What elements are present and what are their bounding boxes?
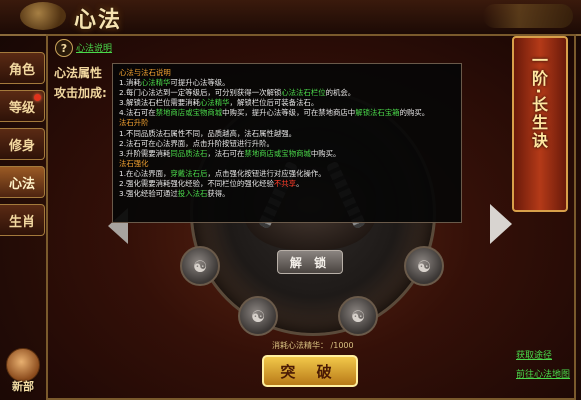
meditating-figure-icon: ☯ (350, 306, 366, 326)
attack-bonus-label: 攻击加成: (54, 86, 107, 100)
help-icon[interactable]: ? (55, 39, 73, 57)
tooltip-heading: 心法与法石说明 (119, 68, 171, 77)
dragon-emblem-icon (20, 2, 66, 30)
stone-socket[interactable]: ☯ (338, 296, 378, 336)
tab-zodiac[interactable]: 生肖 (0, 204, 45, 236)
tooltip-line: 4.法石可在禁地商店或宝物商城中购买，提升心法等级，可在禁地商店中解锁法石宝箱的… (119, 108, 430, 118)
new-feature-icon[interactable] (6, 348, 40, 382)
frame-ornament (483, 4, 573, 28)
map-link[interactable]: 前往心法地图 (516, 367, 570, 380)
tooltip-heading: 法石升阶 (119, 118, 149, 128)
tooltip-line: 2.强化需要消耗强化经验，不同栏位的强化经验不共享。 (119, 179, 304, 189)
title-bar: 心法 (0, 0, 581, 36)
unlock-button[interactable]: 解 锁 (277, 250, 343, 274)
obtain-link[interactable]: 获取途径 (516, 348, 552, 361)
tab-label: 等级 (8, 100, 35, 116)
meditating-figure-icon: ☯ (250, 306, 266, 326)
next-arrow-icon[interactable] (490, 204, 512, 244)
meditating-figure-icon: ☯ (416, 256, 432, 276)
tab-label: 生肖 (8, 214, 35, 230)
tab-level[interactable]: 等级 (0, 90, 45, 122)
alert-dot-icon (34, 94, 41, 101)
game-window: 心法 角色 等级 修身 心法 生肖 新部 ? 心法说明 心法属性 攻击加成: ☯… (0, 0, 581, 400)
tab-cultivation[interactable]: 修身 (0, 128, 45, 160)
tab-label: 修身 (8, 138, 35, 154)
rank-banner-text: 一阶·长生诀 (529, 52, 548, 151)
tooltip-heading: 法石强化 (119, 158, 149, 168)
tooltip-line: 1.不同品质法石属性不同，品质越高，法石属性越强。 (119, 128, 297, 138)
tab-character[interactable]: 角色 (0, 52, 45, 84)
stone-socket[interactable]: ☯ (238, 296, 278, 336)
tab-label: 角色 (8, 62, 35, 78)
tooltip-line: 1.在心法界面，穿戴法石后，点击强化按钮进行对应强化操作。 (119, 168, 326, 178)
window-title: 心法 (74, 8, 123, 33)
consume-text: 消耗心法精华： /1000 (272, 341, 354, 350)
tab-mind-art[interactable]: 心法 (0, 166, 45, 198)
help-tooltip: 心法与法石说明 1.消耗心法精华可提升心法等级。 2.每门心法达到一定等级后，可… (112, 63, 462, 223)
tooltip-line: 2.法石可在心法界面，点击升阶按钮进行升阶。 (119, 138, 274, 148)
tooltip-line: 3.升阶需要消耗同品质法石，法石可在禁地商店或宝物商城中购买。 (119, 148, 341, 158)
tooltip-line: 1.消耗心法精华可提升心法等级。 (119, 78, 230, 88)
tooltip-line: 2.每门心法达到一定等级后，可分别获得一次解锁心法法石栏位的机会。 (119, 88, 356, 98)
side-tabs: 角色 等级 修身 心法 生肖 (0, 52, 46, 242)
breakthrough-button[interactable]: 突 破 (262, 355, 358, 387)
stone-socket[interactable]: ☯ (404, 246, 444, 286)
tooltip-line: 3.强化经验可通过投入法石获得。 (119, 189, 230, 199)
help-link[interactable]: 心法说明 (76, 41, 112, 54)
tab-label: 心法 (8, 176, 35, 192)
tooltip-line: 3.解锁法石栏位需要消耗心法精华，解锁栏位后可装备法石。 (119, 98, 319, 108)
stone-socket[interactable]: ☯ (180, 246, 220, 286)
new-feature-label: 新部 (12, 380, 34, 393)
attribute-title: 心法属性 (54, 66, 103, 80)
meditating-figure-icon: ☯ (192, 256, 208, 276)
